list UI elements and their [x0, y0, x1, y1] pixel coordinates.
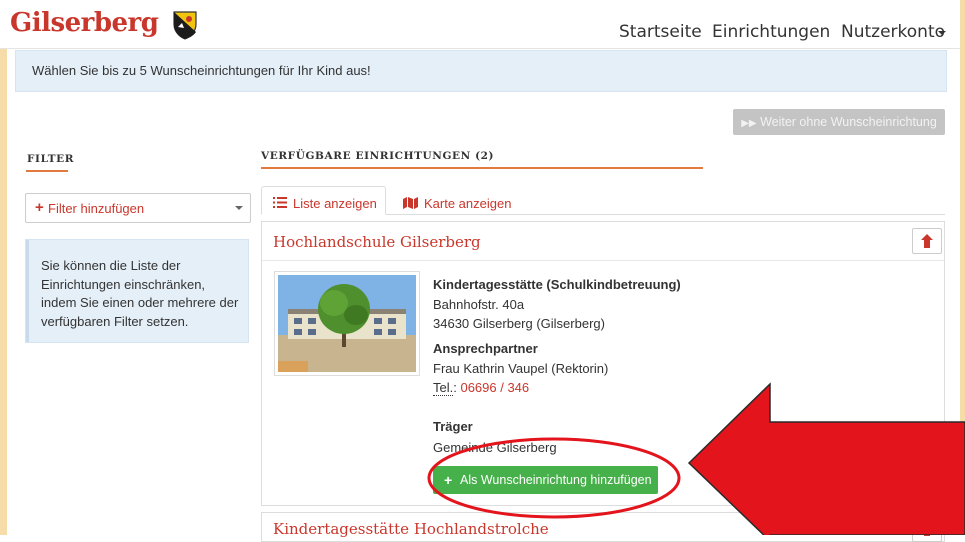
- continue-button-label: Weiter ohne Wunscheinrichtung: [760, 115, 937, 129]
- filter-heading-underline: [26, 170, 68, 172]
- available-heading-underline: [261, 167, 703, 169]
- info-box-accent-bar: [26, 240, 29, 342]
- nav-dropdown-caret-icon[interactable]: [938, 31, 946, 35]
- facility-type: Kindertagesstätte (Schulkindbetreuung): [433, 277, 681, 292]
- add-filter-label: Filter hinzufügen: [48, 201, 145, 216]
- school-building-photo: [278, 275, 416, 372]
- alert-text: Wählen Sie bis zu 5 Wunscheinrichtungen …: [32, 63, 371, 78]
- chevron-down-icon: [235, 206, 243, 210]
- plus-icon: +: [35, 199, 44, 216]
- facility-photo: [274, 271, 420, 376]
- fast-forward-icon: ▶▶: [741, 118, 757, 129]
- filter-info-text: Sie können die Liste der Einrichtungen e…: [41, 258, 239, 329]
- brand-logo-text[interactable]: Gilserberg: [10, 8, 159, 38]
- nav-nutzerkonto[interactable]: Nutzerkonto: [841, 22, 945, 42]
- carrier-name: Gemeinde Gilserberg: [433, 440, 557, 455]
- right-edge-strip: [960, 0, 965, 535]
- arrow-up-icon: [921, 234, 933, 248]
- add-wish-facility-button[interactable]: + Als Wunscheinrichtung hinzufügen: [433, 466, 658, 494]
- plus-icon: +: [444, 472, 453, 488]
- filter-heading: FILTER: [27, 153, 75, 165]
- add-button-label: Als Wunscheinrichtung hinzufügen: [460, 473, 652, 487]
- nav-startseite[interactable]: Startseite: [619, 22, 702, 42]
- nav-einrichtungen[interactable]: Einrichtungen: [712, 22, 830, 42]
- phone-label: Tel.: [433, 380, 454, 396]
- tab-map-label[interactable]: Karte anzeigen: [424, 196, 511, 211]
- card-header-divider: [262, 260, 944, 261]
- facility-city: 34630 Gilserberg (Gilserberg): [433, 316, 605, 331]
- facility-street: Bahnhofstr. 40a: [433, 297, 525, 312]
- info-alert: Wählen Sie bis zu 5 Wunscheinrichtungen …: [15, 50, 947, 92]
- facility-2-name[interactable]: Kindertagesstätte Hochlandstrolche: [273, 520, 549, 538]
- tab-list-label[interactable]: Liste anzeigen: [293, 196, 377, 211]
- move-up-button[interactable]: [912, 228, 942, 254]
- continue-without-choice-button[interactable]: ▶▶ Weiter ohne Wunscheinrichtung: [733, 109, 945, 135]
- list-icon: [273, 197, 287, 208]
- left-edge-strip: [0, 0, 7, 535]
- coat-of-arms-icon: [173, 11, 197, 40]
- move-up-button-2[interactable]: [912, 516, 942, 542]
- phone-link[interactable]: 06696 / 346: [460, 380, 529, 395]
- filter-info-box: Sie können die Liste der Einrichtungen e…: [25, 239, 249, 343]
- map-icon: [403, 197, 418, 209]
- available-facilities-heading: VERFÜGBARE EINRICHTUNGEN (2): [261, 150, 495, 162]
- contact-heading: Ansprechpartner: [433, 341, 538, 356]
- navbar: Gilserberg Startseite Einrichtungen Nutz…: [0, 0, 960, 49]
- facility-name[interactable]: Hochlandschule Gilserberg: [273, 233, 481, 251]
- add-filter-select[interactable]: + Filter hinzufügen: [25, 193, 251, 223]
- carrier-heading: Träger: [433, 419, 473, 434]
- contact-name: Frau Kathrin Vaupel (Rektorin): [433, 361, 609, 376]
- arrow-up-icon: [921, 522, 933, 536]
